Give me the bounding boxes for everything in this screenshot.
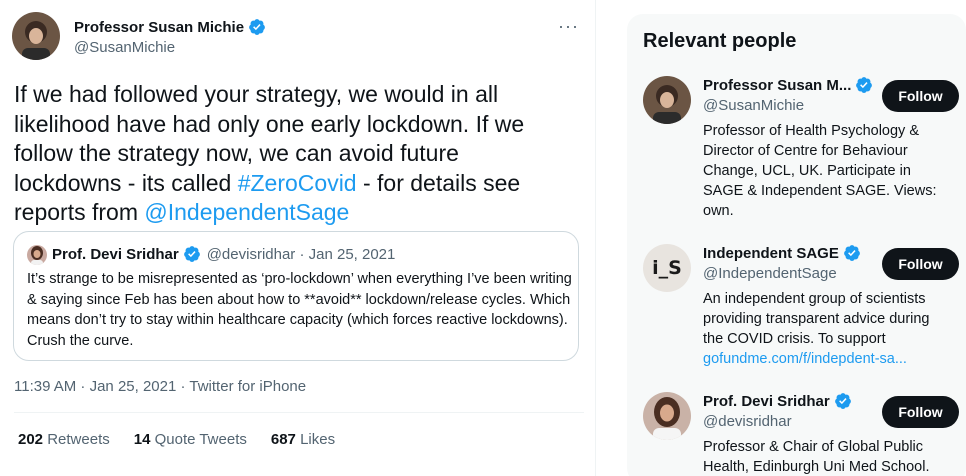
tweet-text-segment: reports from — [14, 199, 145, 225]
quote-meta[interactable]: @devisridhar · Jan 25, 2021 — [207, 246, 396, 263]
author-handle[interactable]: @SusanMichie — [74, 39, 175, 56]
follow-button[interactable]: Follow — [882, 80, 959, 112]
person-avatar[interactable] — [643, 392, 691, 440]
stat-count: 14 — [133, 431, 151, 448]
quote-author-name[interactable]: Prof. Devi Sridhar — [52, 246, 179, 263]
quoted-tweet[interactable]: Prof. Devi Sridhar @devisridhar · Jan 25… — [13, 231, 579, 361]
tweet-text-line: reports from @IndependentSage — [14, 198, 574, 228]
tweet-text-line: lockdowns - its called #ZeroCovid - for … — [14, 169, 574, 199]
tweet-detail: Professor Susan Michie @SusanMichie ··· … — [0, 0, 596, 476]
quote-tweets-stat[interactable]: 14 Quote Tweets — [134, 431, 247, 448]
verified-badge-icon — [183, 246, 200, 262]
person-bio: Professor of Health Psychology & Directo… — [703, 123, 937, 219]
author-name-text[interactable]: Professor Susan Michie — [74, 19, 244, 36]
person-handle[interactable]: @devisridhar — [703, 413, 792, 430]
tweet-stats: 202 Retweets 14 Quote Tweets 687 Likes — [18, 431, 335, 448]
person-name[interactable]: Independent SAGE — [703, 244, 861, 262]
relevant-people-panel: Relevant people Professor Susan M... @Su… — [627, 14, 966, 476]
person-name[interactable]: Professor Susan M... — [703, 76, 873, 94]
stat-label: Retweets — [47, 431, 110, 448]
person-avatar[interactable]: i_S — [643, 244, 691, 292]
quote-author-avatar[interactable] — [27, 245, 47, 265]
tweet-text-segment: lockdowns - its called — [14, 169, 238, 196]
retweets-stat[interactable]: 202 Retweets — [18, 431, 110, 448]
person-name-text[interactable]: Professor Susan M... — [703, 77, 851, 94]
tweet-text-line: likelihood have had only one early lockd… — [14, 110, 525, 137]
follow-button[interactable]: Follow — [882, 248, 959, 280]
divider — [14, 412, 584, 413]
avatar-logo-text: i_S — [652, 257, 682, 279]
person-name[interactable]: Prof. Devi Sridhar — [703, 392, 852, 410]
person-name-text[interactable]: Prof. Devi Sridhar — [703, 393, 830, 410]
quote-header: Prof. Devi Sridhar @devisridhar · Jan 25… — [52, 245, 395, 263]
hashtag-link[interactable]: #ZeroCovid — [238, 170, 357, 196]
tweet-text: If we had followed your strategy, we wou… — [14, 80, 574, 228]
stat-count: 687 — [270, 431, 296, 448]
author-avatar[interactable] — [12, 12, 60, 60]
mention-link[interactable]: @IndependentSage — [144, 199, 349, 225]
more-options-icon[interactable]: ··· — [558, 16, 579, 37]
author-name[interactable]: Professor Susan Michie — [74, 18, 266, 36]
person-bio: Professor & Chair of Global Public Healt… — [703, 439, 930, 475]
quote-text: It’s strange to be misrepresented as ‘pr… — [27, 271, 572, 349]
person-handle[interactable]: @SusanMichie — [703, 97, 804, 114]
verified-badge-icon — [856, 77, 873, 93]
panel-title: Relevant people — [643, 30, 797, 52]
follow-button[interactable]: Follow — [882, 396, 959, 428]
verified-badge-icon — [843, 245, 860, 261]
tweet-text-line: If we had followed your strategy, we wou… — [14, 81, 499, 107]
bio-link[interactable]: gofundme.com/f/indepdent-sa... — [703, 351, 907, 367]
stat-label: Likes — [300, 431, 336, 448]
tweet-text-line: follow the strategy now, we can avoid fu… — [14, 140, 459, 166]
person-bio: An independent group of scientists provi… — [703, 289, 948, 369]
person-avatar[interactable] — [643, 76, 691, 124]
person-handle[interactable]: @IndependentSage — [703, 265, 837, 282]
tweet-timestamp[interactable]: 11:39 AM · Jan 25, 2021 · Twitter for iP… — [14, 378, 306, 395]
stat-count: 202 — [18, 431, 44, 448]
person-name-text[interactable]: Independent SAGE — [703, 245, 839, 262]
verified-badge-icon — [834, 393, 851, 409]
tweet-text-segment: - for details see — [356, 169, 521, 196]
stat-label: Quote Tweets — [154, 431, 247, 448]
verified-badge-icon — [249, 19, 265, 35]
bio-text: An independent group of scientists provi… — [703, 291, 930, 347]
likes-stat[interactable]: 687 Likes — [271, 431, 335, 448]
